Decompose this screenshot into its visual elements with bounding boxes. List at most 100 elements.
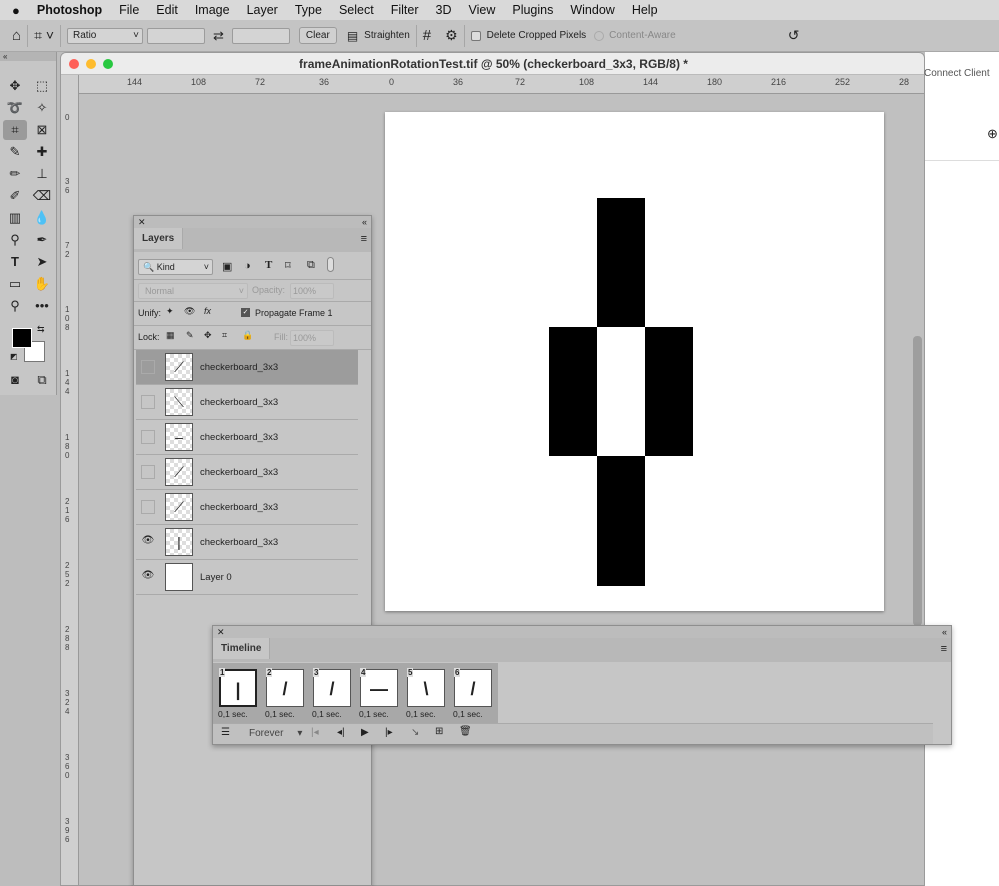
frame-delay[interactable]: 0,1 sec. xyxy=(406,709,436,719)
type-tool-icon[interactable]: T xyxy=(3,252,27,272)
brush-tool-icon[interactable]: ✏ xyxy=(3,164,27,184)
frame-delay[interactable]: 0,1 sec. xyxy=(453,709,483,719)
visibility-toggle[interactable] xyxy=(141,465,155,479)
filter-pixel-icon[interactable]: ▣ xyxy=(222,260,232,273)
move-tool-icon[interactable]: ✥ xyxy=(3,76,27,96)
apple-menu-icon[interactable]: ● xyxy=(12,3,20,18)
layer-row[interactable]: – checkerboard_3x3 xyxy=(136,420,358,455)
dodge-tool-icon[interactable]: ⚲ xyxy=(3,230,27,250)
tween-icon[interactable]: ↘ xyxy=(411,727,419,738)
frame-tool-icon[interactable]: ⊠ xyxy=(30,120,54,140)
blur-tool-icon[interactable]: 💧 xyxy=(30,208,54,228)
convert-to-video-timeline-icon[interactable]: ☰ xyxy=(221,727,230,738)
quick-mask-icon[interactable]: ◙ xyxy=(3,370,27,390)
default-colors-icon[interactable]: ◩ xyxy=(10,352,18,361)
unify-style-icon[interactable]: fx xyxy=(204,306,211,316)
animation-frame[interactable]: /2 0,1 sec. xyxy=(262,666,306,722)
canvas[interactable] xyxy=(385,112,884,611)
delete-frame-icon[interactable]: 🗑 xyxy=(459,726,472,737)
straighten-icon[interactable]: ▤ xyxy=(347,29,358,43)
marquee-tool-icon[interactable]: ⬚ xyxy=(30,76,54,96)
eyedropper-tool-icon[interactable]: ✎ xyxy=(3,142,27,162)
home-icon[interactable]: ⌂ xyxy=(12,27,21,44)
lock-position-icon[interactable]: ✥ xyxy=(204,330,212,341)
lasso-tool-icon[interactable]: ➰ xyxy=(3,98,27,118)
animation-frame[interactable]: | 1 0,1 sec. xyxy=(215,666,259,722)
filter-adjustment-icon[interactable]: ◑ xyxy=(244,260,251,272)
collapse-icon[interactable]: « xyxy=(0,52,56,61)
screen-mode-icon[interactable]: ⧉ xyxy=(30,370,54,390)
menu-image[interactable]: Image xyxy=(195,3,230,17)
healing-brush-tool-icon[interactable]: ✚ xyxy=(30,142,54,162)
connect-client-label[interactable]: Connect Client xyxy=(924,68,990,79)
gradient-tool-icon[interactable]: ▥ xyxy=(3,208,27,228)
tab-timeline[interactable]: Timeline xyxy=(213,638,271,659)
menu-view[interactable]: View xyxy=(468,3,495,17)
frame-delay[interactable]: 0,1 sec. xyxy=(265,709,295,719)
menu-filter[interactable]: Filter xyxy=(391,3,419,17)
ratio-height-input[interactable] xyxy=(231,27,290,44)
menu-photoshop[interactable]: Photoshop xyxy=(37,3,102,17)
lock-transparent-icon[interactable]: ▦ xyxy=(166,330,175,341)
clear-button[interactable]: Clear xyxy=(298,27,337,44)
layer-row[interactable]: ⟋ checkerboard_3x3 xyxy=(136,490,358,525)
tab-layers[interactable]: Layers xyxy=(134,228,184,249)
visibility-toggle[interactable] xyxy=(141,430,155,444)
pen-tool-icon[interactable]: ✒ xyxy=(30,230,54,250)
frame-delay[interactable]: 0,1 sec. xyxy=(359,709,389,719)
ratio-select[interactable]: Ratio ˅ xyxy=(67,27,144,44)
swap-colors-icon[interactable]: ⇆ xyxy=(37,324,45,335)
unify-position-icon[interactable]: ✦ xyxy=(166,306,174,317)
minimize-window-button[interactable] xyxy=(86,59,96,69)
menu-edit[interactable]: Edit xyxy=(156,3,178,17)
crop-tool-icon[interactable]: ⌗ xyxy=(3,120,27,140)
menu-type[interactable]: Type xyxy=(295,3,322,17)
zoom-tool-icon[interactable]: ⚲ xyxy=(3,296,27,316)
menu-3d[interactable]: 3D xyxy=(436,3,452,17)
settings-gear-icon[interactable]: ⚙ xyxy=(445,27,458,44)
stamp-tool-icon[interactable]: ⊥ xyxy=(30,164,54,184)
propagate-checkbox[interactable]: ✓ xyxy=(241,308,250,317)
path-selection-tool-icon[interactable]: ➤ xyxy=(30,252,54,272)
animation-frame[interactable]: —4 0,1 sec. xyxy=(356,666,400,722)
eye-icon[interactable]: 👁 xyxy=(141,535,155,549)
layer-row[interactable]: 👁 Layer 0 xyxy=(136,560,358,595)
delete-cropped-checkbox[interactable] xyxy=(470,30,481,41)
visibility-toggle[interactable] xyxy=(141,360,155,374)
vertical-scrollbar[interactable] xyxy=(913,336,922,626)
unify-visibility-icon[interactable]: 👁 xyxy=(184,306,195,317)
frame-delay[interactable]: 0,1 sec. xyxy=(312,709,342,719)
first-frame-icon[interactable]: |◂ xyxy=(311,727,319,738)
hand-tool-icon[interactable]: ✋ xyxy=(30,274,54,294)
filter-shape-icon[interactable]: ⌑ xyxy=(285,259,291,272)
overlay-grid-icon[interactable]: # xyxy=(423,27,431,44)
animation-frame[interactable]: /3 0,1 sec. xyxy=(309,666,353,722)
layer-row[interactable]: ⟋ checkerboard_3x3 xyxy=(136,455,358,490)
crop-tool-preset-icon[interactable]: ⌗ ˅ xyxy=(34,27,54,44)
close-panel-icon[interactable]: ✕ xyxy=(217,626,225,638)
ratio-width-input[interactable] xyxy=(147,27,206,44)
magic-wand-tool-icon[interactable]: ✧ xyxy=(30,98,54,118)
straighten-button[interactable]: Straighten xyxy=(364,30,410,41)
visibility-toggle[interactable] xyxy=(141,500,155,514)
panel-menu-icon[interactable]: ≡ xyxy=(941,643,947,655)
rectangle-tool-icon[interactable]: ▭ xyxy=(3,274,27,294)
menu-help[interactable]: Help xyxy=(632,3,658,17)
visibility-toggle[interactable] xyxy=(141,395,155,409)
eye-icon[interactable]: 👁 xyxy=(141,570,155,584)
layer-row[interactable]: ⟋ checkerboard_3x3 xyxy=(136,350,358,385)
layer-row[interactable]: ⟍ checkerboard_3x3 xyxy=(136,385,358,420)
duplicate-frame-icon[interactable]: ⊞ xyxy=(435,726,443,737)
reset-icon[interactable]: ↺ xyxy=(788,27,800,44)
panel-menu-icon[interactable]: ≡ xyxy=(361,233,367,245)
animation-frame[interactable]: /6 0,1 sec. xyxy=(450,666,494,722)
lock-all-icon[interactable]: 🔒 xyxy=(242,330,253,341)
filter-toggle[interactable] xyxy=(327,257,334,272)
frame-delay[interactable]: 0,1 sec. xyxy=(218,709,248,719)
previous-frame-icon[interactable]: ◂| xyxy=(337,727,345,738)
history-brush-tool-icon[interactable]: ✐ xyxy=(3,186,27,206)
filter-type-icon[interactable]: T xyxy=(265,259,272,271)
collapse-panel-icon[interactable]: « xyxy=(942,626,947,638)
eraser-tool-icon[interactable]: ⌫ xyxy=(30,186,54,206)
menu-select[interactable]: Select xyxy=(339,3,374,17)
